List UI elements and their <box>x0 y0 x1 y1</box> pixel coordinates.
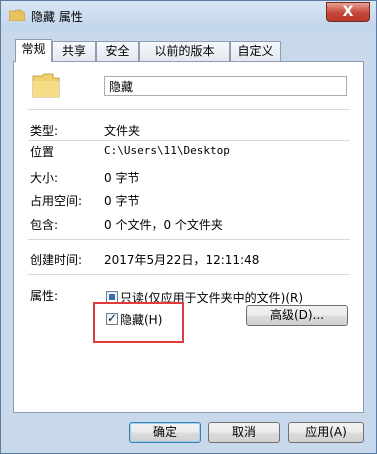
close-button[interactable]: X <box>326 2 370 22</box>
created-value: 2017年5月22日，12:11:48 <box>104 253 260 267</box>
check-icon: ✓ <box>107 311 118 325</box>
tab-customize[interactable]: 自定义 <box>230 41 281 61</box>
tab-general[interactable]: 常规 <box>15 39 52 62</box>
tab-previous-versions[interactable]: 以前的版本 <box>139 41 230 61</box>
type-label: 类型: <box>30 124 59 138</box>
properties-window: 隐藏 属性 X 常规 共享 安全 以前的版本 自定义 类型: 文件夹 位置 C:… <box>0 0 377 454</box>
separator <box>28 109 350 110</box>
folder-name-input[interactable] <box>104 76 347 96</box>
ok-button[interactable]: 确定 <box>129 422 201 443</box>
folder-icon <box>32 73 60 98</box>
contains-value: 0 个文件，0 个文件夹 <box>104 218 223 232</box>
readonly-checkbox[interactable] <box>106 291 118 303</box>
window-title: 隐藏 属性 <box>31 10 83 24</box>
attributes-label: 属性: <box>30 289 59 303</box>
disk-size-value: 0 字节 <box>104 194 140 208</box>
created-label: 创建时间: <box>30 253 83 267</box>
cancel-button[interactable]: 取消 <box>208 422 280 443</box>
type-value: 文件夹 <box>104 124 141 138</box>
hidden-checkbox[interactable]: ✓ <box>106 311 118 325</box>
size-value: 0 字节 <box>104 171 140 185</box>
location-value: C:\Users\11\Desktop <box>104 144 230 157</box>
disk-size-label: 占用空间: <box>30 194 83 208</box>
tab-security[interactable]: 安全 <box>96 41 139 61</box>
readonly-label[interactable]: 只读(仅应用于文件夹中的文件)(R) <box>120 289 303 306</box>
contains-label: 包含: <box>30 218 59 232</box>
general-panel: 类型: 文件夹 位置 C:\Users\11\Desktop 大小: 0 字节 … <box>13 61 364 413</box>
advanced-button[interactable]: 高级(D)... <box>246 305 348 326</box>
separator <box>28 274 350 275</box>
title-bar[interactable]: 隐藏 属性 X <box>1 1 376 31</box>
location-label: 位置 <box>30 145 55 159</box>
folder-icon <box>9 9 25 21</box>
tab-sharing[interactable]: 共享 <box>52 41 96 61</box>
hidden-label[interactable]: 隐藏(H) <box>120 311 162 328</box>
separator <box>28 239 350 240</box>
close-icon: X <box>342 4 354 20</box>
apply-button[interactable]: 应用(A) <box>288 422 364 443</box>
separator <box>28 140 350 141</box>
size-label: 大小: <box>30 171 59 185</box>
